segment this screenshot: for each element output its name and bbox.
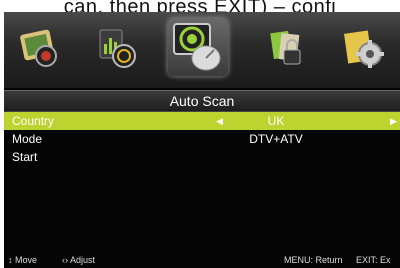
mode-label: Mode xyxy=(12,132,43,146)
move-hint: ↕ Move xyxy=(8,255,38,265)
menu-title: Auto Scan xyxy=(4,90,400,112)
picture-icon[interactable] xyxy=(18,26,62,70)
adjust-hint: ‹› Adjust xyxy=(62,255,96,265)
exit-hint: EXIT: Ex xyxy=(356,255,391,265)
country-value: UK xyxy=(267,114,285,128)
tv-osd-screen: Auto Scan Country ◀ UK ▶ Mode DTV+ATV St… xyxy=(4,12,400,268)
sound-icon[interactable] xyxy=(96,26,140,70)
menu-icon-bar xyxy=(4,12,400,88)
start-label: Start xyxy=(12,150,38,164)
country-label: Country xyxy=(12,114,55,128)
menu-return-hint: MENU: Return xyxy=(284,255,343,265)
right-arrow-icon[interactable]: ▶ xyxy=(390,112,397,130)
channel-icon[interactable] xyxy=(168,18,228,76)
lock-icon[interactable] xyxy=(266,26,310,70)
menu-item-start[interactable]: Start xyxy=(4,148,400,166)
menu-item-country[interactable]: Country ◀ UK ▶ xyxy=(4,112,400,130)
auto-scan-menu: Country ◀ UK ▶ Mode DTV+ATV Start xyxy=(4,112,400,166)
menu-item-mode[interactable]: Mode DTV+ATV xyxy=(4,130,400,148)
left-arrow-icon[interactable]: ◀ xyxy=(216,112,223,130)
mode-value: DTV+ATV xyxy=(249,132,303,146)
setup-icon[interactable] xyxy=(342,26,386,70)
footer-hints: ↕ Move ‹› Adjust MENU: Return EXIT: Ex xyxy=(4,252,400,268)
